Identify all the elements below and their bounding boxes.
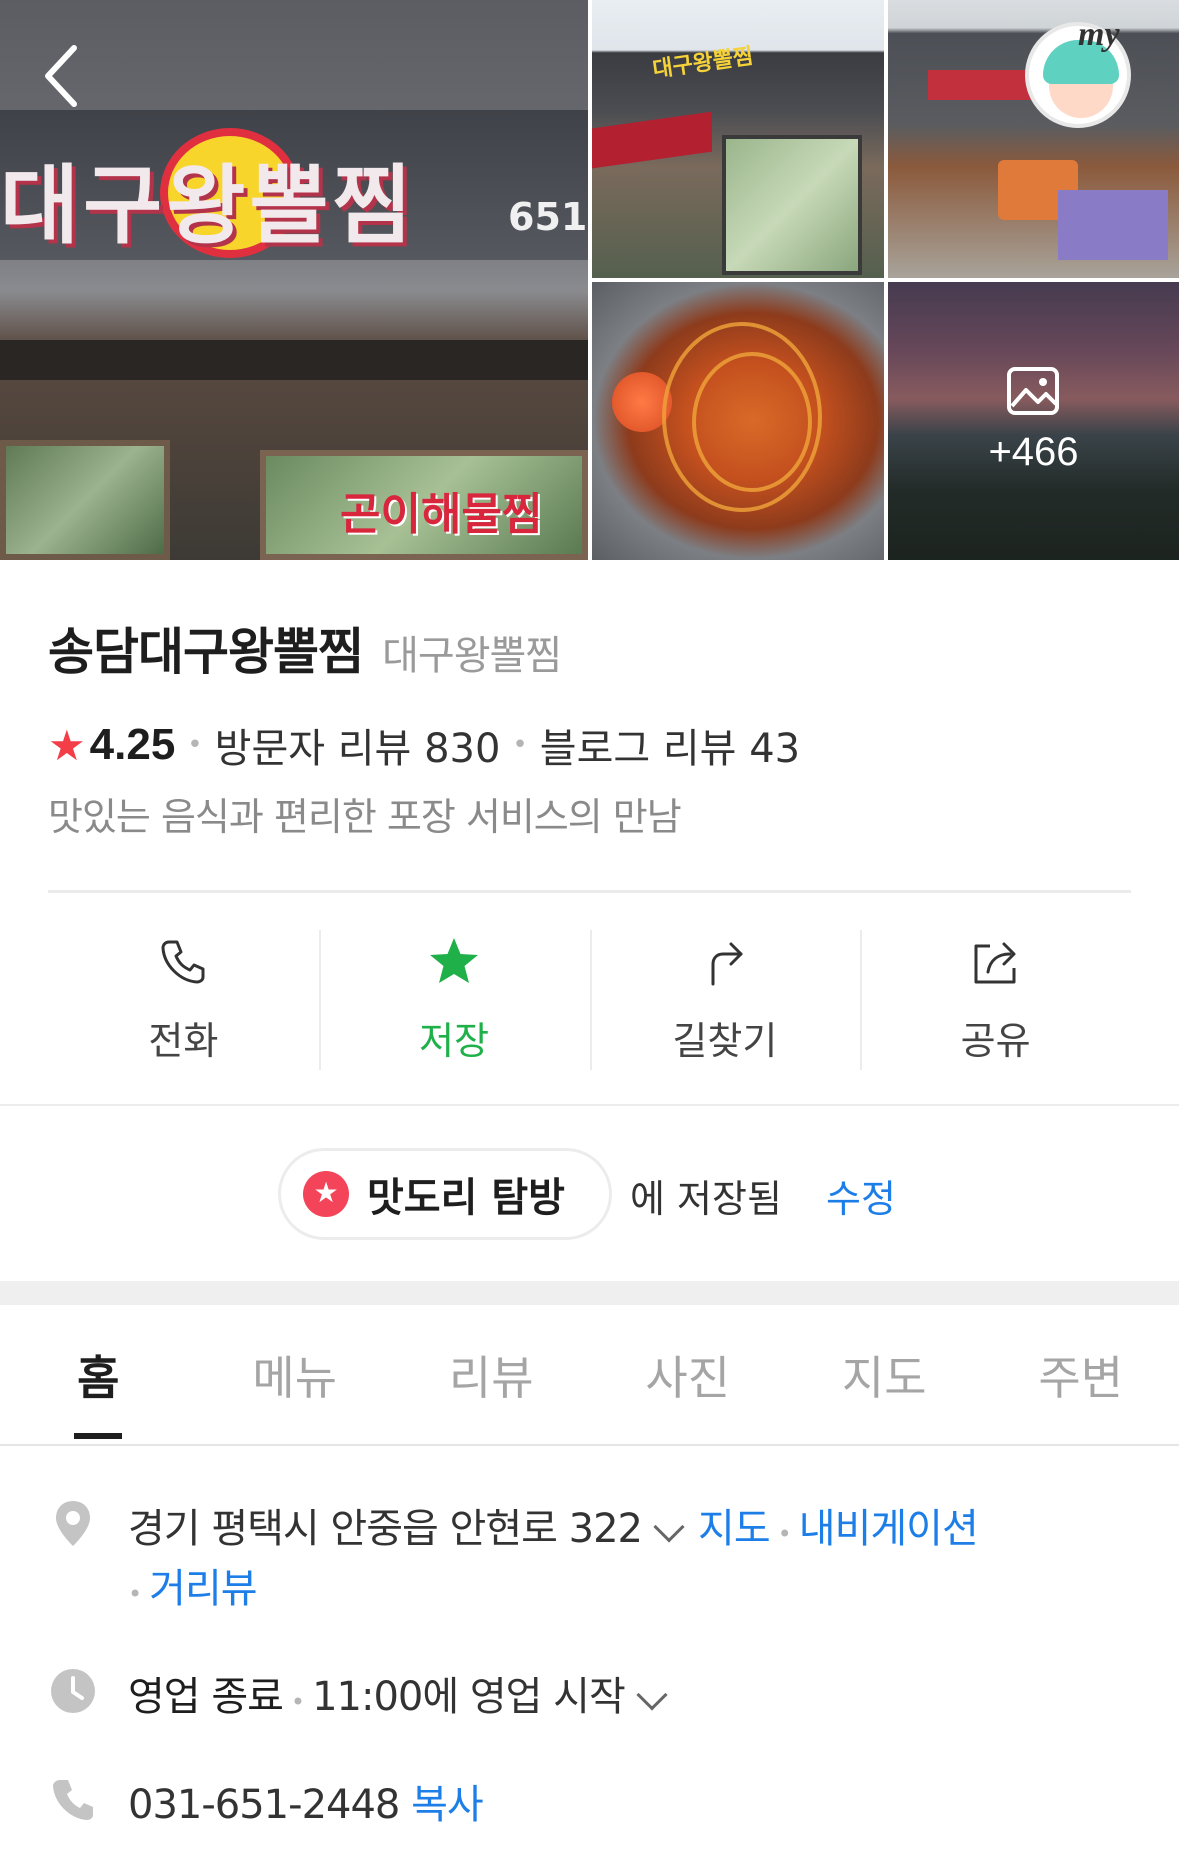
storefront-sign: 대구왕뽈찜 [651, 44, 755, 83]
separator-dot: • [290, 1688, 305, 1716]
tab-menu[interactable]: 메뉴 [197, 1305, 394, 1445]
separator-dot: • [128, 1580, 142, 1608]
edit-saved-button[interactable]: 수정 [826, 1168, 896, 1223]
save-label: 저장 [419, 1019, 490, 1063]
tab-bar: 홈 메뉴 리뷰 사진 지도 주변 [0, 1305, 1179, 1445]
address-text[interactable]: 경기 평택시 안중읍 안현로 322 [128, 1506, 643, 1552]
divider [48, 890, 1131, 893]
saved-suffix: 에 저장됨 [630, 1177, 782, 1221]
address-content: 경기 평택시 안중읍 안현로 322 지도 • 내비게이션 [128, 1496, 979, 1554]
rating-star-icon: ★ [48, 720, 86, 770]
photo-overlay [888, 282, 1179, 560]
image-icon [1007, 367, 1059, 415]
banner [1058, 190, 1168, 260]
call-label: 전화 [148, 1019, 219, 1063]
separator-dot: • [512, 730, 528, 760]
tab-home[interactable]: 홈 [0, 1305, 197, 1445]
save-button[interactable]: 저장 [318, 930, 590, 1070]
hours-content: 영업 종료 • 11:00에 영업 시작 [128, 1664, 681, 1722]
streetview-link[interactable]: 거리뷰 [149, 1566, 257, 1612]
phone-icon [53, 1780, 93, 1820]
title-row: 송담대구왕뽈찜 대구왕뽈찜 [48, 612, 562, 684]
rating-row: ★ 4.25 • 방문자 리뷰 830 • 블로그 리뷰 43 [48, 716, 800, 774]
clock-icon [51, 1669, 95, 1713]
phone-content: 031-651-2448 복사 [128, 1772, 484, 1830]
chevron-down-icon[interactable] [636, 1679, 668, 1711]
window-left [0, 440, 170, 560]
separator-dot: • [777, 1520, 792, 1548]
divider [0, 1104, 1179, 1106]
window-panel [722, 135, 862, 275]
photo-food[interactable] [592, 282, 884, 560]
tab-photos[interactable]: 사진 [590, 1305, 787, 1445]
place-description: 맛있는 음식과 편리한 포장 서비스의 만남 [48, 795, 682, 839]
tab-nearby[interactable]: 주변 [983, 1305, 1179, 1445]
noodles [692, 352, 812, 492]
directions-label: 길찾기 [672, 1019, 778, 1063]
star-icon [430, 938, 479, 983]
saved-list-name: 맛도리 탐방 [367, 1175, 565, 1221]
photo-storefront[interactable]: 대구왕뽈찜 [592, 0, 884, 278]
map-link[interactable]: 지도 [698, 1506, 771, 1552]
star-badge-icon: ★ [303, 1171, 349, 1217]
sign-number: 651 [508, 195, 588, 239]
rating-value: 4.25 [89, 720, 176, 769]
location-pin-icon [56, 1501, 90, 1546]
section-separator [0, 1281, 1179, 1305]
phone-icon [161, 940, 205, 984]
tab-map[interactable]: 지도 [786, 1305, 983, 1445]
sign-text: 대구왕뽈찜 [0, 156, 416, 256]
photo-more[interactable]: +466 [888, 282, 1179, 560]
back-icon[interactable] [34, 40, 94, 110]
share-label: 공유 [960, 1019, 1031, 1063]
streetview-content: • 거리뷰 [128, 1556, 258, 1614]
share-button[interactable]: 공유 [860, 930, 1131, 1070]
hours-status: 영업 종료 [128, 1674, 284, 1720]
tab-reviews[interactable]: 리뷰 [393, 1305, 590, 1445]
call-button[interactable]: 전화 [48, 930, 319, 1070]
saved-list-row: ★ 맛도리 탐방 에 저장됨 수정 [0, 1148, 1179, 1240]
copy-phone-button[interactable]: 복사 [411, 1782, 484, 1828]
window-band [0, 340, 588, 380]
visitor-reviews-link[interactable]: 방문자 리뷰 830 [215, 716, 501, 774]
divider [0, 1444, 1179, 1446]
more-photos-count: +466 [988, 430, 1079, 474]
separator-dot: • [187, 730, 203, 760]
saved-list-chip[interactable]: ★ 맛도리 탐방 [278, 1148, 612, 1240]
share-icon [974, 942, 1016, 984]
window-sign: 곤이해물찜 [340, 489, 543, 540]
chevron-down-icon[interactable] [653, 1511, 685, 1543]
blog-reviews-link[interactable]: 블로그 리뷰 43 [540, 716, 800, 774]
navigation-link[interactable]: 내비게이션 [799, 1506, 979, 1552]
phone-number[interactable]: 031-651-2448 [128, 1782, 400, 1828]
place-category: 대구왕뽈찜 [382, 633, 562, 679]
photo-gallery: 대구왕뽈찜 651 곤이해물찜 대구왕뽈찜 +466 my [0, 0, 1179, 560]
directions-icon [711, 942, 743, 986]
hours-next: 11:00에 영업 시작 [312, 1674, 626, 1720]
directions-button[interactable]: 길찾기 [589, 930, 861, 1070]
my-label: my [1078, 16, 1120, 53]
place-name: 송담대구왕뽈찜 [48, 623, 364, 681]
photo-terrace[interactable] [888, 0, 1179, 278]
action-bar: 전화 저장 길찾기 공유 [48, 930, 1131, 1070]
awning [592, 111, 712, 169]
